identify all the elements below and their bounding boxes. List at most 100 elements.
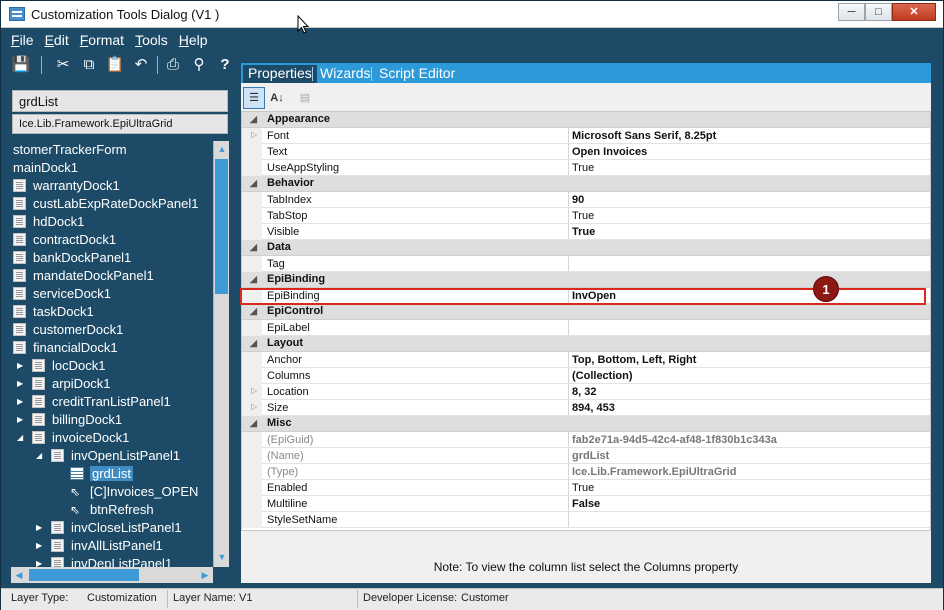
alphabetical-sort-icon[interactable]: A↓ (266, 87, 288, 109)
title-bar[interactable]: Customization Tools Dialog (V1 ) ─ □ ✕ (1, 1, 943, 28)
tree-node[interactable]: ⇖ [C]Invoices_OPEN (11, 483, 213, 501)
property-value[interactable]: 8, 32 (568, 384, 930, 399)
control-tree[interactable]: stomerTrackerForm mainDock1 warrantyDock1 c… (11, 141, 213, 567)
collapsed-icon[interactable]: ▶ (36, 559, 44, 567)
menu-edit[interactable]: Edit (45, 32, 69, 48)
collapsed-icon[interactable]: ▶ (17, 379, 25, 389)
property-value[interactable]: True (568, 224, 930, 239)
property-value[interactable] (568, 256, 930, 271)
collapsed-icon[interactable]: ▶ (17, 397, 25, 407)
tree-vertical-scrollbar[interactable]: ▲ ▼ (213, 141, 229, 567)
expand-property-icon[interactable]: ▷ (251, 130, 257, 139)
scroll-left-icon[interactable]: ◀ (11, 567, 27, 583)
tree-node[interactable]: ◢ invOpenListPanel1 (11, 447, 213, 465)
property-row[interactable]: (Type) Ice.Lib.Framework.EpiUltraGrid (242, 464, 930, 480)
category-collapse-icon[interactable]: ◢ (250, 114, 257, 125)
collapsed-icon[interactable]: ▶ (36, 541, 44, 551)
property-category[interactable]: ◢ EpiControl (242, 304, 930, 320)
property-row[interactable]: Visible True (242, 224, 930, 240)
categorized-view-icon[interactable]: ☰ (243, 87, 265, 109)
menu-file[interactable]: File (11, 32, 34, 48)
tree-horizontal-scrollbar[interactable]: ◀ ▶ (11, 567, 213, 583)
property-value[interactable]: True (568, 480, 930, 495)
property-row[interactable]: Multiline False (242, 496, 930, 512)
menu-help[interactable]: Help (179, 32, 208, 48)
tree-node[interactable]: ▶ invAllListPanel1 (11, 537, 213, 555)
expand-property-icon[interactable]: ▷ (251, 386, 257, 395)
tree-node[interactable]: taskDock1 (11, 303, 213, 321)
tree-node[interactable]: financialDock1 (11, 339, 213, 357)
tree-node[interactable]: contractDock1 (11, 231, 213, 249)
collapsed-icon[interactable]: ▶ (36, 523, 44, 533)
property-row[interactable]: ▷ Size 894, 453 (242, 400, 930, 416)
find-icon[interactable]: ⚲ (189, 55, 209, 75)
tree-node[interactable]: ▶ locDock1 (11, 357, 213, 375)
tree-node[interactable]: bankDockPanel1 (11, 249, 213, 267)
property-value[interactable]: Top, Bottom, Left, Right (568, 352, 930, 367)
property-row[interactable]: TabStop True (242, 208, 930, 224)
close-button[interactable]: ✕ (892, 3, 936, 21)
tree-node[interactable]: mainDock1 (11, 159, 213, 177)
tree-node[interactable]: ▶ invCloseListPanel1 (11, 519, 213, 537)
property-row[interactable]: TabIndex 90 (242, 192, 930, 208)
property-row[interactable]: (EpiGuid) fab2e71a-94d5-42c4-af48-1f830b1… (242, 432, 930, 448)
tree-node[interactable]: mandateDockPanel1 (11, 267, 213, 285)
tree-node[interactable]: ▶ creditTranListPanel1 (11, 393, 213, 411)
print-icon[interactable]: ⎙ (163, 55, 183, 75)
tab-script-editor[interactable]: Script Editor (374, 65, 460, 83)
tree-node[interactable]: grdList (11, 465, 213, 483)
category-collapse-icon[interactable]: ◢ (250, 418, 257, 429)
property-value[interactable]: False (568, 496, 930, 511)
menu-tools[interactable]: Tools (135, 32, 168, 48)
property-value[interactable]: 894, 453 (568, 400, 930, 415)
expand-property-icon[interactable]: ▷ (251, 402, 257, 411)
property-category[interactable]: ◢ Behavior (242, 176, 930, 192)
property-pages-icon[interactable]: ▤ (294, 87, 316, 109)
property-row[interactable]: Anchor Top, Bottom, Left, Right (242, 352, 930, 368)
property-value[interactable] (568, 512, 930, 527)
property-row[interactable]: Tag (242, 256, 930, 272)
tree-node[interactable]: warrantyDock1 (11, 177, 213, 195)
tab-wizards[interactable]: Wizards (315, 65, 376, 83)
collapsed-icon[interactable]: ▶ (17, 361, 25, 371)
property-value[interactable]: Microsoft Sans Serif, 8.25pt (568, 128, 930, 143)
property-row[interactable]: Text Open Invoices (242, 144, 930, 160)
category-collapse-icon[interactable]: ◢ (250, 274, 257, 285)
property-row[interactable]: ▷ Font Microsoft Sans Serif, 8.25pt (242, 128, 930, 144)
property-value[interactable]: True (568, 208, 930, 223)
category-collapse-icon[interactable]: ◢ (250, 242, 257, 253)
expanded-icon[interactable]: ◢ (17, 433, 25, 443)
property-value[interactable]: Open Invoices (568, 144, 930, 159)
tree-node[interactable]: ▶ billingDock1 (11, 411, 213, 429)
help-icon[interactable]: ? (215, 55, 235, 75)
property-value[interactable]: grdList (568, 448, 930, 463)
property-grid[interactable]: ◢ Appearance ▷ Font Microsoft Sans Serif, 8.… (240, 111, 931, 531)
expanded-icon[interactable]: ◢ (36, 451, 44, 461)
tree-node[interactable]: customerDock1 (11, 321, 213, 339)
property-value[interactable]: (Collection) (568, 368, 930, 383)
category-collapse-icon[interactable]: ◢ (250, 338, 257, 349)
property-category[interactable]: ◢ Data (242, 240, 930, 256)
property-row[interactable]: (Name) grdList (242, 448, 930, 464)
copy-icon[interactable]: ⧉ (79, 55, 99, 75)
scroll-down-icon[interactable]: ▼ (214, 549, 230, 565)
tree-node[interactable]: serviceDock1 (11, 285, 213, 303)
property-row[interactable]: StyleSetName (242, 512, 930, 528)
minimize-button[interactable]: ─ (838, 3, 865, 21)
property-row[interactable]: Enabled True (242, 480, 930, 496)
scroll-up-icon[interactable]: ▲ (214, 141, 230, 157)
tab-properties[interactable]: Properties (243, 65, 317, 83)
property-row[interactable]: Columns (Collection) (242, 368, 930, 384)
undo-icon[interactable]: ↶ (131, 55, 151, 75)
scroll-right-icon[interactable]: ▶ (197, 567, 213, 583)
property-row[interactable]: EpiLabel (242, 320, 930, 336)
tree-horizontal-thumb[interactable] (29, 569, 139, 581)
collapsed-icon[interactable]: ▶ (17, 415, 25, 425)
save-icon[interactable]: 💾 (11, 55, 31, 75)
property-row[interactable]: UseAppStyling True (242, 160, 930, 176)
tree-node[interactable]: ◢ invoiceDock1 (11, 429, 213, 447)
property-category[interactable]: ◢ Layout (242, 336, 930, 352)
property-category[interactable]: ◢ Misc (242, 416, 930, 432)
property-value[interactable]: Ice.Lib.Framework.EpiUltraGrid (568, 464, 930, 479)
paste-icon[interactable]: 📋 (105, 55, 125, 75)
